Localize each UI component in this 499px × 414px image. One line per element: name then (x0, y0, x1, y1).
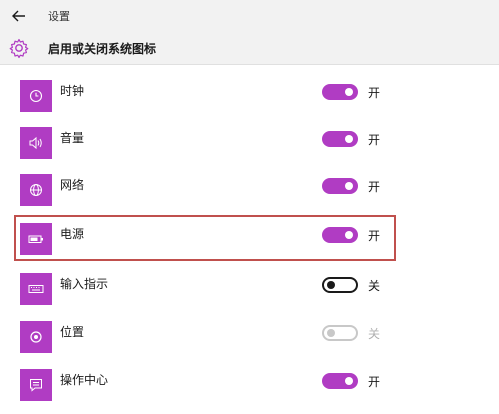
toggle-knob (345, 182, 353, 190)
page-title: 启用或关闭系统图标 (48, 42, 157, 56)
power-toggle[interactable] (322, 227, 358, 243)
toggle-knob (345, 231, 353, 239)
setting-label: 时钟 (60, 84, 85, 98)
window-title: 设置 (48, 10, 70, 23)
toggle-state-label: 开 (368, 86, 381, 100)
network-globe-icon (30, 184, 42, 196)
toggle-state-label: 开 (368, 375, 381, 389)
toggle-state-label: 关 (368, 279, 381, 293)
battery-icon (28, 235, 43, 243)
network-toggle[interactable] (322, 178, 358, 194)
back-arrow-icon (12, 10, 25, 22)
action-center-icon (30, 379, 42, 392)
toggle-knob (327, 281, 335, 289)
setting-row-volume: 音量 开 (0, 121, 499, 168)
setting-row-clock: 时钟 开 (0, 74, 499, 121)
title-bar: 设置 (0, 0, 499, 32)
input-indicator-tile (20, 273, 52, 305)
toggle-state-label: 关 (368, 327, 381, 341)
setting-label: 电源 (60, 227, 85, 241)
toggle-state-label: 开 (368, 180, 381, 194)
setting-label: 网络 (60, 178, 85, 192)
setting-label: 位置 (60, 325, 85, 339)
gear-icon (9, 38, 29, 59)
settings-window: 设置 启用或关闭系统图标 时钟 开 音量 开 网络 开 电源 开 输入指示 关 … (0, 0, 499, 414)
power-tile (20, 223, 52, 255)
setting-label: 输入指示 (60, 277, 109, 291)
location-icon (30, 331, 42, 343)
setting-row-location: 位置 关 (0, 315, 499, 362)
setting-label: 音量 (60, 131, 85, 145)
keyboard-icon (28, 285, 44, 293)
toggle-knob (345, 88, 353, 96)
clock-toggle[interactable] (322, 84, 358, 100)
location-tile (20, 321, 52, 353)
setting-row-input-indicator: 输入指示 关 (0, 267, 499, 314)
clock-icon (29, 89, 43, 103)
volume-icon (29, 136, 42, 150)
action-center-tile (20, 369, 52, 401)
toggle-knob (327, 329, 335, 337)
volume-toggle[interactable] (322, 131, 358, 147)
toggle-knob (345, 377, 353, 385)
back-button[interactable] (8, 6, 30, 26)
clock-tile (20, 80, 52, 112)
toggle-knob (345, 135, 353, 143)
input-indicator-toggle[interactable] (322, 277, 358, 293)
toggle-state-label: 开 (368, 133, 381, 147)
toggle-state-label: 开 (368, 229, 381, 243)
network-tile (20, 174, 52, 206)
page-header: 启用或关闭系统图标 (0, 32, 499, 65)
action-center-toggle[interactable] (322, 373, 358, 389)
volume-tile (20, 127, 52, 159)
setting-row-action-center: 操作中心 开 (0, 363, 499, 410)
setting-row-power: 电源 开 (0, 217, 499, 264)
setting-row-network: 网络 开 (0, 168, 499, 215)
location-toggle[interactable] (322, 325, 358, 341)
setting-label: 操作中心 (60, 373, 109, 387)
